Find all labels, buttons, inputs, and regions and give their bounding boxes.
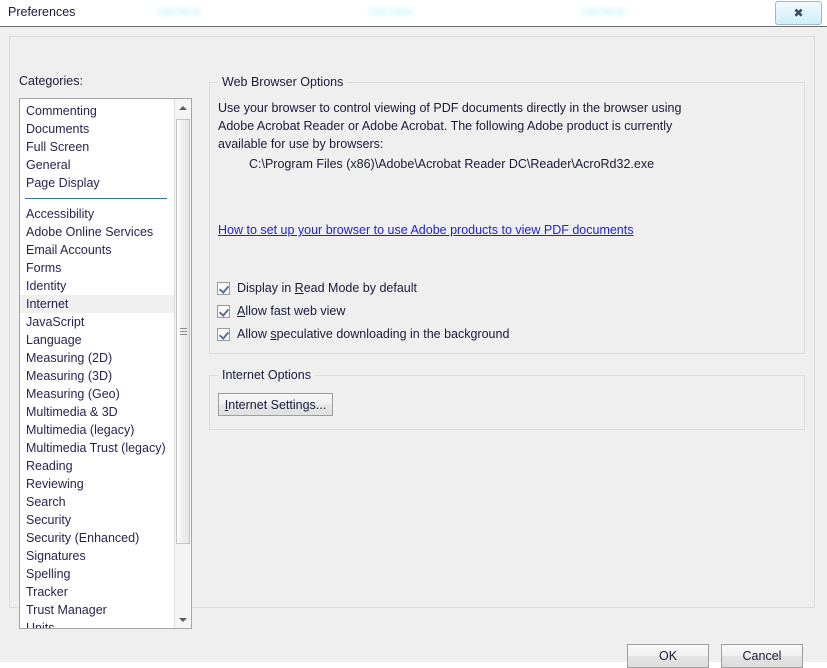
category-item-reading[interactable]: Reading — [20, 457, 174, 475]
category-item-identity[interactable]: Identity — [20, 277, 174, 295]
category-item-language[interactable]: Language — [20, 331, 174, 349]
title-bar: Preferences Get Now Get Now Get Now ✖ — [0, 0, 827, 27]
checkbox-fast-web-view-box[interactable] — [217, 304, 230, 318]
category-item-javascript[interactable]: JavaScript — [20, 313, 174, 331]
scroll-up-arrow-icon[interactable] — [175, 99, 191, 116]
chevron-down-icon — [179, 617, 187, 622]
ghost-label-3: Get Now — [582, 6, 625, 18]
internet-settings-button[interactable]: Internet Settings... — [218, 393, 333, 416]
ghost-label-2: Get Now — [370, 6, 413, 18]
close-icon: ✖ — [793, 6, 804, 20]
category-item-spelling[interactable]: Spelling — [20, 565, 174, 583]
category-item-units[interactable]: Units — [20, 619, 174, 628]
category-item-tracker[interactable]: Tracker — [20, 583, 174, 601]
category-item-accessibility[interactable]: Accessibility — [20, 205, 174, 223]
browser-setup-help-link[interactable]: How to set up your browser to use Adobe … — [218, 223, 634, 237]
scrollbar-thumb[interactable] — [176, 119, 190, 544]
web-browser-description: Use your browser to control viewing of P… — [218, 101, 682, 151]
checkbox-speculative-downloading-label: Allow speculative downloading in the bac… — [237, 327, 510, 341]
close-button[interactable]: ✖ — [775, 1, 822, 25]
category-item-full-screen[interactable]: Full Screen — [20, 138, 174, 156]
category-item-adobe-online-services[interactable]: Adobe Online Services — [20, 223, 174, 241]
checkbox-fast-web-view[interactable]: Allow fast web view — [217, 302, 345, 320]
checkbox-speculative-downloading-box[interactable] — [217, 327, 230, 341]
category-item-documents[interactable]: Documents — [20, 120, 174, 138]
category-item-trust-manager[interactable]: Trust Manager — [20, 601, 174, 619]
category-item-commenting[interactable]: Commenting — [20, 102, 174, 120]
ghost-label-1: Get Now — [158, 6, 201, 18]
scroll-down-arrow-icon[interactable] — [175, 611, 191, 628]
checkbox-read-mode-default-label: Display in Read Mode by default — [237, 281, 417, 295]
category-item-forms[interactable]: Forms — [20, 259, 174, 277]
category-item-measuring-geo[interactable]: Measuring (Geo) — [20, 385, 174, 403]
category-item-reviewing[interactable]: Reviewing — [20, 475, 174, 493]
internet-options-title: Internet Options — [218, 368, 315, 382]
category-item-measuring-2d[interactable]: Measuring (2D) — [20, 349, 174, 367]
category-item-signatures[interactable]: Signatures — [20, 547, 174, 565]
categories-list[interactable]: Commenting Documents Full Screen General Pag… — [19, 98, 192, 629]
cancel-button-label: Cancel — [742, 649, 782, 663]
web-browser-options-title: Web Browser Options — [218, 75, 348, 89]
category-item-email-accounts[interactable]: Email Accounts — [20, 241, 174, 259]
chevron-up-icon — [179, 105, 187, 110]
category-item-page-display[interactable]: Page Display — [20, 174, 174, 192]
category-item-multimedia-legacy[interactable]: Multimedia (legacy) — [20, 421, 174, 439]
category-item-general[interactable]: General — [20, 156, 174, 174]
internet-settings-button-label: Internet Settings... — [224, 397, 327, 412]
window-title: Preferences — [8, 5, 76, 19]
checkbox-read-mode-default[interactable]: Display in Read Mode by default — [217, 279, 417, 297]
category-item-measuring-3d[interactable]: Measuring (3D) — [20, 367, 174, 385]
category-item-security-enhanced[interactable]: Security (Enhanced) — [20, 529, 174, 547]
adobe-product-path: C:\Program Files (x86)\Adobe\Acrobat Rea… — [249, 157, 655, 171]
preferences-dialog-body: Categories: Commenting Documents Full Scre… — [0, 27, 827, 668]
category-item-search[interactable]: Search — [20, 493, 174, 511]
checkbox-speculative-downloading[interactable]: Allow speculative downloading in the bac… — [217, 325, 509, 343]
scrollbar-grip-icon — [180, 327, 187, 336]
category-item-multimedia-trust-legacy[interactable]: Multimedia Trust (legacy) — [20, 439, 174, 457]
cancel-button[interactable]: Cancel — [721, 644, 803, 668]
category-item-multimedia-3d[interactable]: Multimedia & 3D — [20, 403, 174, 421]
checkbox-read-mode-default-box[interactable] — [217, 281, 230, 295]
categories-label-after: ories: — [52, 74, 83, 88]
ok-button-label: OK — [658, 649, 678, 663]
categories-label: Categories: — [19, 74, 83, 88]
checkbox-fast-web-view-label: Allow fast web view — [237, 304, 346, 318]
categories-separator — [20, 192, 174, 205]
ok-button[interactable]: OK — [627, 644, 709, 668]
categories-list-items: Commenting Documents Full Screen General Pag… — [20, 99, 174, 628]
categories-scrollbar[interactable] — [174, 99, 191, 628]
category-item-internet[interactable]: Internet — [20, 295, 174, 313]
categories-label-before: Cate — [19, 74, 46, 88]
category-item-security[interactable]: Security — [20, 511, 174, 529]
